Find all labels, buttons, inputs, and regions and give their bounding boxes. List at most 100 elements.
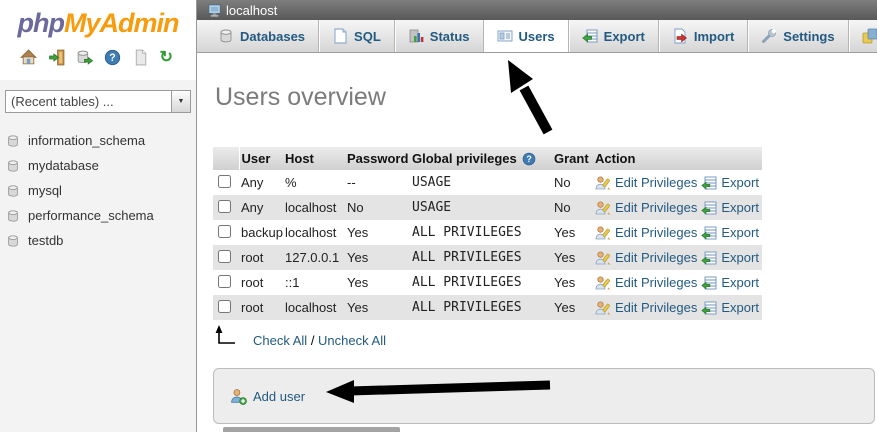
row-checkbox[interactable] (218, 300, 231, 313)
edit-privileges-link[interactable]: Edit Privileges (615, 225, 697, 240)
database-icon (6, 184, 20, 198)
export-user-link[interactable]: Export (721, 225, 759, 240)
logout-icon[interactable] (48, 49, 65, 66)
password-cell: No (345, 195, 410, 220)
host-cell: localhost (283, 295, 345, 320)
export-user-link[interactable]: Export (721, 275, 759, 290)
edit-privileges-link[interactable]: Edit Privileges (615, 200, 697, 215)
server-name[interactable]: localhost (226, 3, 277, 18)
col-host: Host (283, 147, 345, 170)
database-name: mydatabase (28, 158, 99, 173)
grant-cell: Yes (552, 220, 593, 245)
sidebar-item-information-schema[interactable]: information_schema (0, 128, 196, 153)
sql-icon (332, 28, 348, 44)
tab-settings[interactable]: Settings (748, 20, 848, 52)
help-icon[interactable]: ? (104, 49, 121, 66)
export-row-icon (701, 225, 717, 241)
edit-privileges-link[interactable]: Edit Privileges (615, 175, 697, 190)
sidebar-item-mysql[interactable]: mysql (0, 178, 196, 203)
tab-databases[interactable]: Databases (205, 20, 319, 52)
uncheck-all-link[interactable]: Uncheck All (318, 333, 386, 348)
export-icon (582, 28, 598, 44)
host-cell: localhost (283, 195, 345, 220)
privileges-cell: USAGE (410, 170, 552, 195)
col-user: User (239, 147, 283, 170)
navigation-sidebar: phpMyAdmin ? ↻ (R (0, 0, 197, 432)
password-cell: Yes (345, 245, 410, 270)
footer-bar (223, 427, 400, 432)
edit-privileges-icon (595, 275, 611, 291)
svg-text:?: ? (109, 52, 115, 64)
add-user-link[interactable]: Add user (253, 389, 305, 404)
user-cell: root (239, 270, 283, 295)
tab-users[interactable]: Users (484, 20, 569, 52)
users-icon (497, 28, 513, 44)
export-user-link[interactable]: Export (721, 175, 759, 190)
tab-synchronize[interactable]: Synchron (849, 20, 877, 52)
privileges-help-icon[interactable]: ? (522, 152, 536, 166)
edit-privileges-link[interactable]: Edit Privileges (615, 275, 697, 290)
row-checkbox[interactable] (218, 250, 231, 263)
database-name: information_schema (28, 133, 145, 148)
edit-privileges-icon (595, 175, 611, 191)
edit-privileges-link[interactable]: Edit Privileges (615, 300, 697, 315)
check-all-row: Check All / Uncheck All (213, 324, 386, 351)
export-user-link[interactable]: Export (721, 300, 759, 315)
sidebar-item-mydatabase[interactable]: mydatabase (0, 153, 196, 178)
export-row-icon (701, 275, 717, 291)
tab-export[interactable]: Export (569, 20, 659, 52)
dropdown-arrow-icon[interactable]: ▼ (171, 91, 190, 112)
database-icon (6, 134, 20, 148)
sql-window-icon[interactable] (76, 49, 93, 66)
grant-cell: Yes (552, 295, 593, 320)
sidebar-icon-toolbar: ? ↻ (0, 49, 196, 66)
status-icon (408, 28, 424, 44)
refresh-icon[interactable]: ↻ (160, 49, 177, 66)
password-cell: Yes (345, 270, 410, 295)
export-row-icon (701, 300, 717, 316)
sidebar-item-testdb[interactable]: testdb (0, 228, 196, 253)
table-header-row: User Host Password Global privileges? Gr… (213, 147, 762, 170)
grant-cell: Yes (552, 270, 593, 295)
col-privileges: Global privileges? (410, 147, 552, 170)
export-user-link[interactable]: Export (721, 200, 759, 215)
tab-import[interactable]: Import (659, 20, 748, 52)
settings-wrench-icon (761, 28, 777, 44)
logo-myadmin-text: MyAdmin (64, 8, 179, 38)
row-checkbox[interactable] (218, 175, 231, 188)
table-row: Any localhost No USAGE No Edit Privilege… (213, 195, 762, 220)
col-grant: Grant (552, 147, 593, 170)
row-checkbox[interactable] (218, 225, 231, 238)
database-name: mysql (28, 183, 62, 198)
export-user-link[interactable]: Export (721, 250, 759, 265)
links-separator: / (307, 333, 318, 348)
tab-sql[interactable]: SQL (319, 20, 395, 52)
user-cell: Any (239, 170, 283, 195)
edit-privileges-link[interactable]: Edit Privileges (615, 250, 697, 265)
sidebar-item-performance-schema[interactable]: performance_schema (0, 203, 196, 228)
recent-tables-select[interactable]: (Recent tables) ... ▼ (5, 90, 191, 113)
documentation-icon[interactable] (132, 49, 149, 66)
user-cell: root (239, 295, 283, 320)
row-checkbox[interactable] (218, 275, 231, 288)
recent-tables-value: (Recent tables) ... (6, 94, 171, 109)
host-cell: % (283, 170, 345, 195)
check-all-link[interactable]: Check All (253, 333, 307, 348)
phpmyadmin-logo[interactable]: phpMyAdmin (0, 8, 196, 39)
tab-status[interactable]: Status (395, 20, 484, 52)
col-password: Password (345, 147, 410, 170)
with-selected-arrow-icon (213, 324, 239, 351)
main-tab-bar: Databases SQL Status Users Export Import… (197, 20, 877, 53)
row-checkbox[interactable] (218, 200, 231, 213)
database-name: testdb (28, 233, 63, 248)
server-breadcrumb-bar: localhost (197, 0, 877, 20)
synchronize-icon (862, 28, 877, 44)
home-icon[interactable] (20, 49, 37, 66)
grant-cell: Yes (552, 245, 593, 270)
checkbox-column-header (213, 147, 239, 170)
edit-privileges-icon (595, 200, 611, 216)
database-icon (6, 159, 20, 173)
privileges-cell: ALL PRIVILEGES (410, 295, 552, 320)
host-cell: 127.0.0.1 (283, 245, 345, 270)
password-cell: -- (345, 170, 410, 195)
